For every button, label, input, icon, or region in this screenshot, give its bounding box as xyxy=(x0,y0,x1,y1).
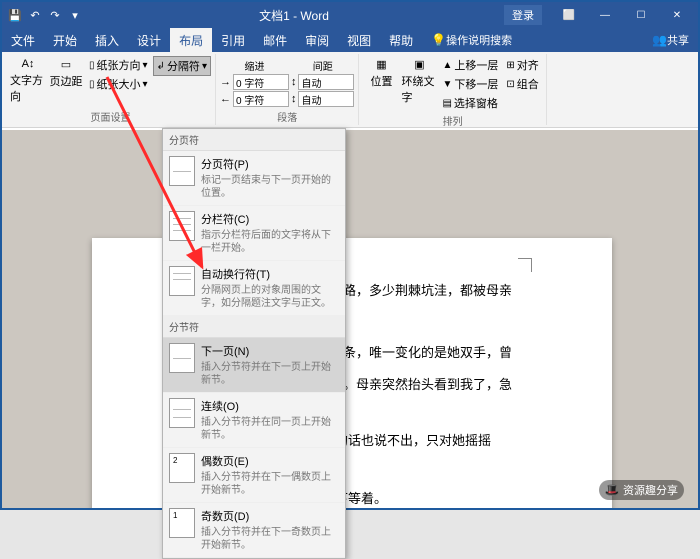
breaks-dropdown: 分页符 分页符(P)标记一页结束与下一页开始的位置。 分栏符(C)指示分栏符后面… xyxy=(162,128,346,559)
group-paragraph: 段落 xyxy=(220,108,355,125)
margins-icon: ▭ xyxy=(61,58,71,71)
ribbon-options-icon[interactable]: ⬜ xyxy=(552,3,586,27)
dropdown-item-odd-page[interactable]: 1 奇数页(D)插入分节符并在下一奇数页上开始新节。 xyxy=(163,503,345,558)
tab-view[interactable]: 视图 xyxy=(338,28,380,52)
size-button[interactable]: ▯ 纸张大小 ▾ xyxy=(86,75,151,93)
next-page-icon xyxy=(169,343,195,373)
tab-insert[interactable]: 插入 xyxy=(86,28,128,52)
text-direction-button[interactable]: A↕ 文字方向 xyxy=(10,54,46,108)
dropdown-item-continuous[interactable]: 连续(O)插入分节符并在同一页上开始新节。 xyxy=(163,393,345,448)
window-title: 文档1 - Word xyxy=(84,7,504,24)
tell-me[interactable]: 💡 操作说明搜索 xyxy=(422,28,521,52)
quick-access-toolbar: 💾 ↶ ↷ ▾ xyxy=(6,6,84,24)
ribbon: A↕ 文字方向 ▭ 页边距 ▯ 纸张方向 ▾ ▯ 纸张大小 ▾ ↲ 分隔符 ▾ … xyxy=(2,52,698,128)
bring-forward-button[interactable]: ▲ 上移一层 xyxy=(439,56,501,74)
indent-right-icon: ← xyxy=(220,93,231,105)
breaks-button[interactable]: ↲ 分隔符 ▾ xyxy=(153,56,211,76)
position-button[interactable]: ▦位置 xyxy=(363,54,399,112)
indent-right-input[interactable] xyxy=(233,91,289,107)
spacing-label: 间距 xyxy=(291,58,355,73)
align-button[interactable]: ⊞ 对齐 xyxy=(503,56,541,74)
save-icon[interactable]: 💾 xyxy=(6,6,24,24)
tab-home[interactable]: 开始 xyxy=(44,28,86,52)
ribbon-tabs: 文件 开始 插入 设计 布局 引用 邮件 审阅 视图 帮助 💡 操作说明搜索 👥… xyxy=(2,28,698,52)
dropdown-item-next-page[interactable]: 下一页(N)插入分节符并在下一页上开始新节。 xyxy=(163,338,345,393)
dropdown-header-section-breaks: 分节符 xyxy=(163,316,345,338)
tab-file[interactable]: 文件 xyxy=(2,28,44,52)
spacing-before-icon: ↕ xyxy=(291,76,297,88)
page-break-icon xyxy=(169,156,195,186)
even-page-icon: 2 xyxy=(169,453,195,483)
group-button[interactable]: ⊡ 组合 xyxy=(503,75,541,93)
spacing-after-input[interactable] xyxy=(298,91,354,107)
continuous-icon xyxy=(169,398,195,428)
spacing-after-icon: ↕ xyxy=(291,93,297,105)
text-direction-icon: A↕ xyxy=(22,58,35,70)
share-button[interactable]: 👥 共享 xyxy=(643,32,698,48)
margin-corner-tr xyxy=(518,258,532,272)
dropdown-item-column-break[interactable]: 分栏符(C)指示分栏符后面的文字将从下一栏开始。 xyxy=(163,206,345,261)
tab-layout[interactable]: 布局 xyxy=(170,28,212,52)
wrap-icon: ▣ xyxy=(414,58,424,71)
undo-icon[interactable]: ↶ xyxy=(26,6,44,24)
tab-help[interactable]: 帮助 xyxy=(380,28,422,52)
login-button[interactable]: 登录 xyxy=(504,5,542,25)
indent-label: 缩进 xyxy=(220,58,289,73)
indent-left-input[interactable] xyxy=(233,74,289,90)
odd-page-icon: 1 xyxy=(169,508,195,538)
dropdown-item-even-page[interactable]: 2 偶数页(E)插入分节符并在下一偶数页上开始新节。 xyxy=(163,448,345,503)
text-wrapping-icon xyxy=(169,266,195,296)
maximize-icon[interactable]: ☐ xyxy=(624,3,658,27)
tab-review[interactable]: 审阅 xyxy=(296,28,338,52)
tab-references[interactable]: 引用 xyxy=(212,28,254,52)
column-break-icon xyxy=(169,211,195,241)
dropdown-item-page-break[interactable]: 分页符(P)标记一页结束与下一页开始的位置。 xyxy=(163,151,345,206)
qat-dropdown-icon[interactable]: ▾ xyxy=(66,6,84,24)
group-arrange: 排列 xyxy=(363,112,541,129)
margins-button[interactable]: ▭ 页边距 xyxy=(48,54,84,108)
position-icon: ▦ xyxy=(376,58,386,71)
indent-left-icon: → xyxy=(220,76,231,88)
title-bar: 💾 ↶ ↷ ▾ 文档1 - Word 登录 ⬜ — ☐ ✕ xyxy=(2,2,698,28)
close-icon[interactable]: ✕ xyxy=(660,3,694,27)
tab-design[interactable]: 设计 xyxy=(128,28,170,52)
watermark: 🎩 资源趣分享 xyxy=(599,480,684,500)
orientation-button[interactable]: ▯ 纸张方向 ▾ xyxy=(86,56,151,74)
dropdown-header-page-breaks: 分页符 xyxy=(163,129,345,151)
wrap-button[interactable]: ▣环绕文字 xyxy=(401,54,437,112)
document-area: 的路，多少荆棘坑洼，都被母亲 面条，唯一变化的是她双手，曾 茧。母亲突然抬头看到… xyxy=(2,130,698,508)
redo-icon[interactable]: ↷ xyxy=(46,6,64,24)
dropdown-item-text-wrapping[interactable]: 自动换行符(T)分隔网页上的对象周围的文字，如分隔题注文字与正文。 xyxy=(163,261,345,316)
spacing-before-input[interactable] xyxy=(298,74,354,90)
group-page-setup: 页面设置 xyxy=(10,108,211,125)
selection-pane-button[interactable]: ▤ 选择窗格 xyxy=(439,94,501,112)
tab-mailings[interactable]: 邮件 xyxy=(254,28,296,52)
minimize-icon[interactable]: — xyxy=(588,3,622,27)
send-backward-button[interactable]: ▼ 下移一层 xyxy=(439,75,501,93)
